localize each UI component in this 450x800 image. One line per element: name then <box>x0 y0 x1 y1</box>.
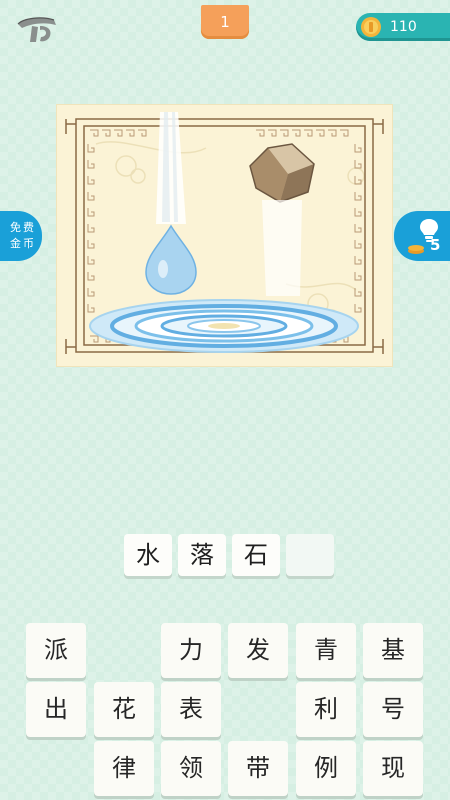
level-badge: 1 <box>201 5 249 39</box>
back-button[interactable] <box>10 12 62 48</box>
coin-stack-icon <box>408 245 424 254</box>
answer-slot-4[interactable] <box>286 534 334 576</box>
char-key[interactable]: 现 <box>363 741 423 796</box>
coin-count: 110 <box>390 19 417 35</box>
char-key[interactable]: 律 <box>94 741 154 796</box>
char-key[interactable]: 派 <box>26 623 86 678</box>
char-key[interactable]: 力 <box>161 623 221 678</box>
free-coins-label-line2: 金币 <box>10 237 36 250</box>
char-key[interactable]: 带 <box>228 741 288 796</box>
char-key[interactable]: 利 <box>296 682 356 737</box>
hint-cost: 5 <box>430 236 441 254</box>
puzzle-picture <box>56 104 393 367</box>
answer-slot-3[interactable]: 石 <box>232 534 280 576</box>
answer-slot-1[interactable]: 水 <box>124 534 172 576</box>
stone-trail <box>262 200 302 296</box>
char-key[interactable]: 号 <box>363 682 423 737</box>
coin-balance[interactable]: 110 <box>356 13 450 41</box>
answer-slot-2[interactable]: 落 <box>178 534 226 576</box>
water-ripples <box>89 299 359 353</box>
char-key[interactable]: 发 <box>228 623 288 678</box>
char-key[interactable]: 青 <box>296 623 356 678</box>
char-key[interactable]: 花 <box>94 682 154 737</box>
char-key[interactable]: 表 <box>161 682 221 737</box>
char-key[interactable]: 出 <box>26 682 86 737</box>
level-number: 1 <box>220 13 230 31</box>
char-key[interactable]: 领 <box>161 741 221 796</box>
free-coins-button[interactable]: 免费 金币 <box>0 211 42 261</box>
hint-button[interactable]: 5 <box>394 211 450 261</box>
free-coins-label-line1: 免费 <box>10 221 36 234</box>
coin-icon <box>361 17 381 37</box>
char-key[interactable]: 例 <box>296 741 356 796</box>
char-key[interactable]: 基 <box>363 623 423 678</box>
back-icon <box>17 17 56 42</box>
